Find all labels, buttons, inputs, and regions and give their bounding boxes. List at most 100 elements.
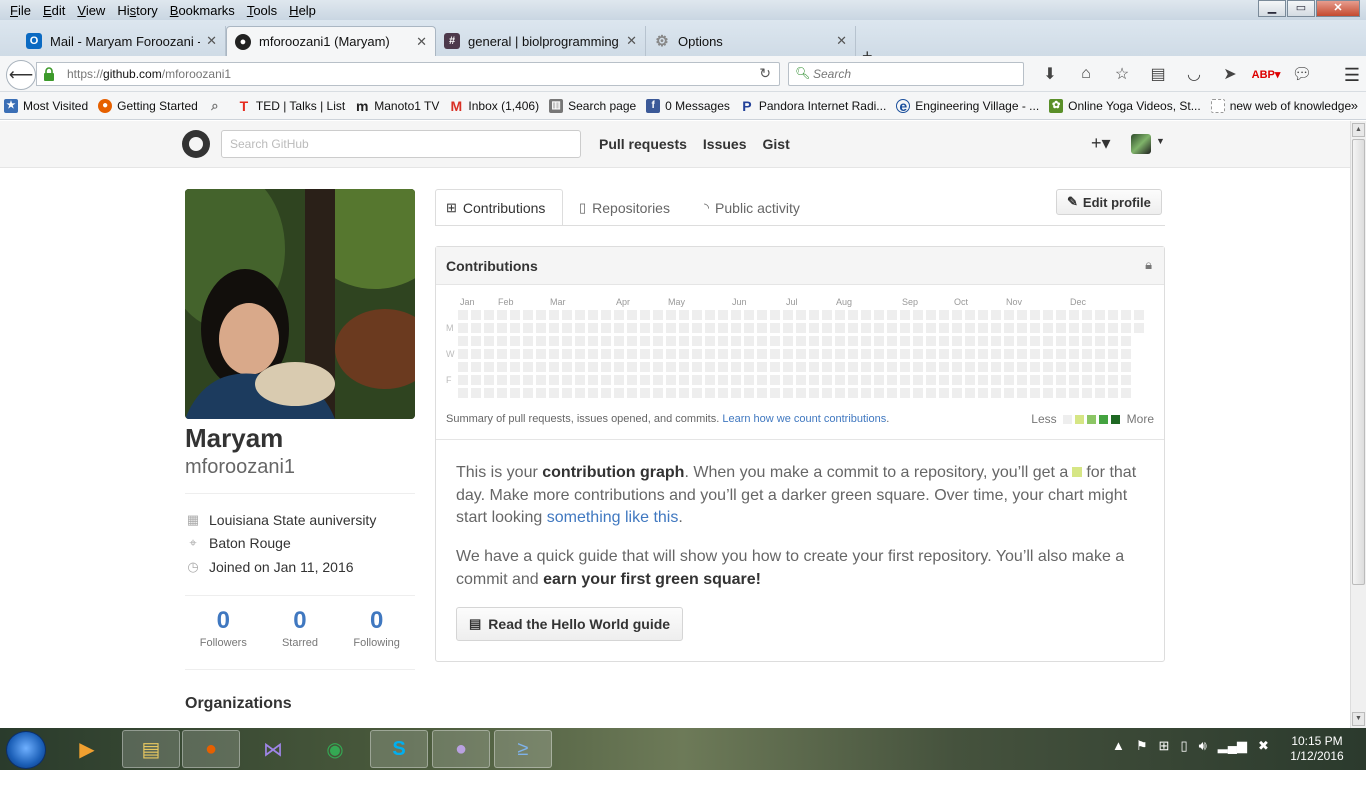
contribution-day[interactable] [523, 310, 533, 320]
contribution-day[interactable] [549, 375, 559, 385]
contribution-day[interactable] [1069, 336, 1079, 346]
contribution-day[interactable] [848, 323, 858, 333]
skype-icon[interactable]: S [370, 730, 428, 768]
contribution-day[interactable] [1108, 336, 1118, 346]
contribution-day[interactable] [653, 362, 663, 372]
contribution-day[interactable] [523, 349, 533, 359]
contribution-day[interactable] [796, 388, 806, 398]
contribution-day[interactable] [484, 349, 494, 359]
contribution-day[interactable] [562, 362, 572, 372]
contribution-day[interactable] [965, 388, 975, 398]
contribution-day[interactable] [926, 388, 936, 398]
contribution-day[interactable] [887, 388, 897, 398]
contribution-day[interactable] [835, 388, 845, 398]
contribution-day[interactable] [653, 323, 663, 333]
contribution-day[interactable] [770, 336, 780, 346]
contribution-day[interactable] [900, 375, 910, 385]
contribution-day[interactable] [952, 323, 962, 333]
adblock-icon[interactable]: ABP▾ [1248, 62, 1284, 86]
contribution-day[interactable] [562, 323, 572, 333]
contribution-day[interactable] [731, 362, 741, 372]
contribution-day[interactable] [887, 375, 897, 385]
contribution-day[interactable] [978, 388, 988, 398]
contribution-day[interactable] [1004, 349, 1014, 359]
contribution-day[interactable] [653, 310, 663, 320]
contribution-day[interactable] [913, 336, 923, 346]
contribution-day[interactable] [692, 362, 702, 372]
contribution-day[interactable] [1030, 349, 1040, 359]
visual-studio-icon[interactable]: ⋈ [244, 730, 302, 768]
bookmark-star-icon[interactable]: ☆ [1104, 62, 1140, 86]
contribution-day[interactable] [510, 310, 520, 320]
contribution-day[interactable] [510, 375, 520, 385]
contribution-day[interactable] [991, 375, 1001, 385]
contribution-day[interactable] [874, 336, 884, 346]
contribution-day[interactable] [1095, 336, 1105, 346]
contribution-day[interactable] [861, 362, 871, 372]
tab-repositories[interactable]: ▯ Repositories [569, 189, 680, 226]
pocket-icon[interactable]: ◡ [1176, 62, 1212, 86]
contribution-day[interactable] [1069, 323, 1079, 333]
contribution-day[interactable] [861, 388, 871, 398]
contribution-day[interactable] [692, 323, 702, 333]
contribution-day[interactable] [978, 336, 988, 346]
contribution-day[interactable] [1069, 388, 1079, 398]
contribution-day[interactable] [640, 375, 650, 385]
contribution-day[interactable] [848, 349, 858, 359]
contribution-day[interactable] [601, 375, 611, 385]
contribution-day[interactable] [770, 362, 780, 372]
contribution-day[interactable] [900, 323, 910, 333]
contribution-day[interactable] [783, 310, 793, 320]
contribution-day[interactable] [497, 375, 507, 385]
menu-help[interactable]: Help [283, 3, 322, 18]
contribution-day[interactable] [666, 323, 676, 333]
contribution-day[interactable] [1121, 388, 1131, 398]
contribution-day[interactable] [588, 388, 598, 398]
send-icon[interactable]: ➤ [1212, 62, 1248, 86]
contribution-day[interactable] [809, 349, 819, 359]
chat-icon[interactable]: 💬︎ [1284, 62, 1320, 86]
contribution-day[interactable] [692, 388, 702, 398]
contribution-day[interactable] [666, 349, 676, 359]
contribution-day[interactable] [601, 349, 611, 359]
battery-icon[interactable]: ▯ [1180, 738, 1187, 754]
contribution-day[interactable] [562, 310, 572, 320]
contribution-day[interactable] [848, 310, 858, 320]
network-icon[interactable]: ▂▄▆ [1218, 738, 1247, 754]
contribution-day[interactable] [640, 362, 650, 372]
contribution-day[interactable] [913, 349, 923, 359]
contribution-day[interactable] [705, 375, 715, 385]
contribution-day[interactable] [939, 310, 949, 320]
scroll-down-icon[interactable]: ▼ [1352, 712, 1365, 726]
contribution-day[interactable] [1095, 388, 1105, 398]
alert-icon[interactable]: ✖ [1258, 738, 1269, 754]
hello-world-guide-button[interactable]: ▤ Read the Hello World guide [456, 607, 684, 641]
contribution-day[interactable] [848, 362, 858, 372]
contribution-day[interactable] [705, 349, 715, 359]
contribution-day[interactable] [991, 362, 1001, 372]
contribution-day[interactable] [679, 336, 689, 346]
contribution-day[interactable] [874, 349, 884, 359]
show-hidden-icons-icon[interactable]: ▲ [1112, 738, 1125, 754]
home-icon[interactable]: ⌂ [1068, 62, 1104, 86]
contribution-day[interactable] [926, 323, 936, 333]
chevron-more-icon[interactable]: » [1351, 98, 1358, 113]
contribution-day[interactable] [861, 336, 871, 346]
powershell-icon[interactable]: ≥ [494, 730, 552, 768]
minimize-button[interactable]: ▁ [1258, 0, 1286, 17]
contribution-day[interactable] [718, 310, 728, 320]
contribution-day[interactable] [848, 375, 858, 385]
contribution-day[interactable] [679, 349, 689, 359]
contribution-day[interactable] [1134, 310, 1144, 320]
contribution-day[interactable] [783, 323, 793, 333]
contribution-day[interactable] [848, 388, 858, 398]
contribution-day[interactable] [1017, 349, 1027, 359]
github-desktop-icon[interactable]: ● [432, 730, 490, 768]
contribution-day[interactable] [913, 388, 923, 398]
contribution-day[interactable] [549, 336, 559, 346]
contribution-day[interactable] [1043, 336, 1053, 346]
contribution-day[interactable] [1043, 349, 1053, 359]
contribution-day[interactable] [640, 349, 650, 359]
contribution-day[interactable] [887, 336, 897, 346]
contribution-day[interactable] [835, 375, 845, 385]
